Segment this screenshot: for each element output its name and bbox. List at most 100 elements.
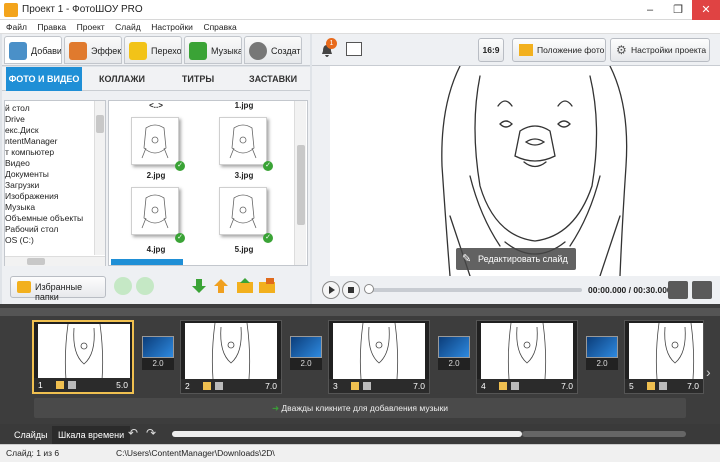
file-name[interactable]: 1.jpg — [219, 101, 269, 110]
project-settings-button[interactable]: ⚙ Настройки проекта — [610, 38, 710, 62]
folder-vertical-scrollbar[interactable] — [94, 101, 105, 255]
redo-icon[interactable]: ↷ — [146, 426, 156, 440]
slide-info-bar: 1 5.0 — [34, 378, 132, 392]
favorites-button[interactable]: Избранные папки — [10, 276, 106, 302]
tab-transitions[interactable]: Переходы — [124, 36, 182, 64]
music-track[interactable]: ➜ Дважды кликните для добавления музыки — [34, 398, 686, 418]
pencil-icon[interactable] — [647, 382, 655, 390]
slide-card[interactable]: 4 7.0 — [476, 320, 578, 394]
menu-help[interactable]: Справка — [197, 20, 236, 32]
transition-card[interactable]: 2.0 — [586, 336, 618, 370]
folder-item[interactable]: Объемные объекты — [5, 213, 83, 223]
preview-margin — [312, 66, 330, 276]
folder-open-icon[interactable] — [258, 277, 276, 295]
pencil-icon[interactable] — [499, 382, 507, 390]
picture-icon[interactable] — [346, 42, 362, 56]
edit-slide-button[interactable]: ✎ Редактировать слайд — [456, 248, 576, 270]
folder-item[interactable]: Рабочий стол — [5, 224, 58, 234]
pencil-icon[interactable] — [56, 381, 64, 389]
pencil-icon[interactable] — [351, 382, 359, 390]
up-arrow-icon[interactable] — [212, 277, 230, 295]
timeline-scrollbar[interactable] — [172, 431, 522, 437]
scroll-thumb[interactable] — [27, 258, 45, 265]
slide-card[interactable]: 3 7.0 — [328, 320, 430, 394]
folder-star-icon — [17, 281, 31, 293]
transition-card[interactable]: 2.0 — [438, 336, 470, 370]
close-button[interactable]: ✕ — [692, 0, 720, 20]
tab-create[interactable]: Создать — [244, 36, 302, 64]
folder-tree: й стол Drive екс.Диск ntentManager т ком… — [4, 100, 106, 266]
file-thumbnail[interactable] — [219, 117, 267, 165]
folder-item[interactable]: Изображения — [5, 191, 58, 201]
file-name[interactable]: 2.jpg — [131, 171, 181, 180]
fullscreen-icon[interactable] — [692, 281, 712, 299]
folder-item[interactable]: Документы — [5, 169, 49, 179]
sound-icon[interactable] — [511, 382, 519, 390]
file-thumbnail[interactable] — [131, 187, 179, 235]
transition-card[interactable]: 2.0 — [290, 336, 322, 370]
slide-preview[interactable] — [330, 65, 720, 277]
file-name[interactable]: 5.jpg — [219, 245, 269, 254]
slide-card[interactable]: 1 5.0 — [32, 320, 134, 394]
forward-arrow-icon[interactable] — [136, 277, 154, 295]
folder-item[interactable]: Музыка — [5, 202, 35, 212]
scroll-thumb[interactable] — [297, 145, 305, 225]
folder-horizontal-scrollbar[interactable] — [5, 256, 105, 266]
folder-item[interactable]: Видео — [5, 158, 30, 168]
folder-item[interactable]: Drive — [5, 114, 25, 124]
menu-edit[interactable]: Правка — [31, 20, 66, 32]
tab-music[interactable]: Музыка — [184, 36, 242, 64]
back-arrow-icon[interactable] — [114, 277, 132, 295]
pencil-icon[interactable] — [203, 382, 211, 390]
restore-button[interactable]: ❐ — [664, 0, 692, 20]
folder-item[interactable]: Загрузки — [5, 180, 39, 190]
tab-slides[interactable]: Слайды — [8, 426, 54, 444]
transition-duration: 2.0 — [142, 358, 174, 370]
add-down-arrow-icon[interactable] — [190, 277, 208, 295]
sound-icon[interactable] — [659, 382, 667, 390]
stop-button[interactable] — [342, 281, 360, 299]
subtab-intros[interactable]: ЗАСТАВКИ — [236, 67, 310, 91]
playback-progress-track[interactable] — [366, 288, 582, 292]
tab-add[interactable]: Добавить — [4, 36, 62, 64]
menu-file[interactable]: Файл — [0, 20, 27, 32]
snapshot-camera-icon[interactable] — [668, 281, 688, 299]
subtab-photo-video[interactable]: ФОТО И ВИДЕО — [6, 67, 82, 91]
file-vertical-scrollbar[interactable] — [294, 101, 306, 265]
transition-card[interactable]: 2.0 — [142, 336, 174, 370]
playback-scrubber[interactable] — [364, 284, 374, 294]
folder-item[interactable]: т компьютер — [5, 147, 54, 157]
slide-card[interactable]: 5 7.0 — [624, 320, 704, 394]
up-folder[interactable]: <..> — [131, 101, 181, 110]
scroll-right-arrow-icon[interactable]: › — [706, 364, 711, 380]
minimize-button[interactable]: – — [636, 0, 664, 20]
slide-card[interactable]: 2 7.0 — [180, 320, 282, 394]
menu-project[interactable]: Проект — [71, 20, 105, 32]
subtab-collages[interactable]: КОЛЛАЖИ — [84, 67, 160, 91]
sound-icon[interactable] — [363, 382, 371, 390]
folder-item[interactable]: екс.Диск — [5, 125, 39, 135]
file-thumbnail[interactable] — [131, 117, 179, 165]
tab-effects[interactable]: Эффекты — [64, 36, 122, 64]
undo-icon[interactable]: ↶ — [128, 426, 138, 440]
aspect-ratio-button[interactable]: 16:9 — [478, 38, 504, 62]
play-button[interactable] — [322, 281, 340, 299]
selected-file-highlight[interactable] — [111, 259, 183, 265]
tab-timeline[interactable]: Шкала времени — [52, 426, 131, 444]
file-name[interactable]: 3.jpg — [219, 171, 269, 180]
sound-icon[interactable] — [215, 382, 223, 390]
file-thumbnail[interactable] — [219, 187, 267, 235]
menu-slide[interactable]: Слайд — [109, 20, 141, 32]
folder-item[interactable]: ntentManager — [5, 136, 57, 146]
scroll-thumb[interactable] — [96, 115, 104, 133]
subtab-titles[interactable]: ТИТРЫ — [162, 67, 234, 91]
menu-settings[interactable]: Настройки — [145, 20, 193, 32]
add-folder-icon[interactable] — [236, 277, 254, 295]
file-name[interactable]: 4.jpg — [131, 245, 181, 254]
sound-icon[interactable] — [68, 381, 76, 389]
folder-item[interactable]: OS (C:) — [5, 235, 34, 245]
photo-position-button[interactable]: Положение фото — [512, 38, 606, 62]
check-icon: ✓ — [175, 161, 185, 171]
slide-thumbnail — [481, 322, 573, 380]
folder-item[interactable]: й стол — [5, 103, 30, 113]
